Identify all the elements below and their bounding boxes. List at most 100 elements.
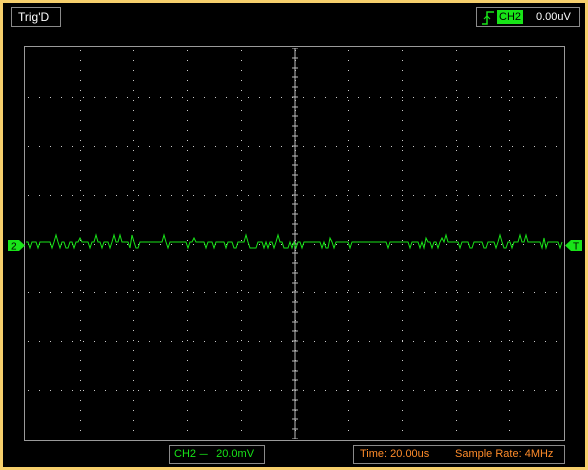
grid-dot [314, 244, 315, 245]
grid-dot [479, 292, 480, 293]
grid-dot [39, 292, 40, 293]
grid-dot [314, 390, 315, 391]
grid-dot [241, 170, 242, 171]
grid-dot [105, 146, 106, 147]
grid-dot [348, 110, 349, 111]
grid-dot [303, 292, 304, 293]
grid-dot [61, 390, 62, 391]
grid-dot [336, 97, 337, 98]
grid-dot [133, 320, 134, 321]
grid-dot [133, 310, 134, 311]
grid-dot [391, 146, 392, 147]
grid-dot [446, 195, 447, 196]
grid-dot [456, 160, 457, 161]
grid-dot [187, 50, 188, 51]
grid-dot [80, 360, 81, 361]
grid-dot [534, 195, 535, 196]
grid-dot [556, 390, 557, 391]
grid-dot [241, 200, 242, 201]
grid-dot [259, 146, 260, 147]
grid-dot [237, 292, 238, 293]
grid-dot [369, 97, 370, 98]
grid-dot [358, 146, 359, 147]
grid-dot [402, 430, 403, 431]
grid-dot [479, 244, 480, 245]
grid-dot [534, 244, 535, 245]
grid-dot [241, 140, 242, 141]
grid-dot [83, 341, 84, 342]
grid-dot [270, 244, 271, 245]
grid-dot [241, 210, 242, 211]
grid-dot [456, 200, 457, 201]
grid-dot [187, 260, 188, 261]
grid-dot [241, 130, 242, 131]
grid-dot [241, 270, 242, 271]
grid-dot [490, 97, 491, 98]
grid-dot [348, 210, 349, 211]
grid-dot [512, 195, 513, 196]
grid-dot [509, 170, 510, 171]
grid-dot [556, 292, 557, 293]
grid-dot [241, 300, 242, 301]
grid-dot [358, 244, 359, 245]
grid-dot [456, 260, 457, 261]
grid-dot [259, 97, 260, 98]
grid-dot [281, 195, 282, 196]
grid-dot [402, 400, 403, 401]
grid-dot [413, 244, 414, 245]
grid-dot [512, 292, 513, 293]
grid-dot [380, 195, 381, 196]
grid-dot [468, 195, 469, 196]
grid-dot [133, 410, 134, 411]
grid-dot [456, 220, 457, 221]
channel-scale-box[interactable]: CH2 ---- 20.0mV [169, 445, 265, 464]
grid-dot [509, 250, 510, 251]
grid-dot [241, 330, 242, 331]
trigger-info-box[interactable]: CH2 0.00uV [476, 7, 580, 27]
grid-dot [402, 70, 403, 71]
grid-dot [259, 244, 260, 245]
grid-dot [182, 341, 183, 342]
grid-dot [182, 146, 183, 147]
top-status-bar: Trig'D CH2 0.00uV [3, 3, 585, 33]
grid-dot [72, 292, 73, 293]
grid-dot [358, 292, 359, 293]
grid-dot [336, 341, 337, 342]
grid-dot [509, 390, 510, 391]
grid-dot [187, 60, 188, 61]
grid-dot [182, 195, 183, 196]
grid-dot [348, 360, 349, 361]
grid-dot [50, 341, 51, 342]
grid-dot [402, 244, 403, 245]
trigger-level-marker[interactable]: T [565, 240, 582, 251]
grid-dot [347, 341, 348, 342]
grid-dot [402, 100, 403, 101]
grid-dot [133, 370, 134, 371]
grid-dot [80, 320, 81, 321]
grid-dot [94, 341, 95, 342]
grid-dot [80, 190, 81, 191]
grid-dot [80, 410, 81, 411]
grid-dot [80, 150, 81, 151]
grid-dot [187, 90, 188, 91]
grid-dot [369, 341, 370, 342]
grid-dot [402, 260, 403, 261]
grid-dot [248, 97, 249, 98]
grid-dot [127, 97, 128, 98]
grid-dot [348, 180, 349, 181]
grid-dot [187, 250, 188, 251]
grid-dot [187, 400, 188, 401]
grid-dot [490, 341, 491, 342]
grid-dot [456, 380, 457, 381]
grid-dot [116, 97, 117, 98]
channel-2-marker[interactable]: 2 [8, 240, 25, 251]
grid-dot [348, 280, 349, 281]
grid-dot [187, 360, 188, 361]
grid-dot [80, 60, 81, 61]
grid-dot [456, 150, 457, 151]
grid-dot [39, 146, 40, 147]
grid-dot [248, 195, 249, 196]
grid-dot [80, 380, 81, 381]
timebase-box[interactable]: Time: 20.00us Sample Rate: 4MHz [353, 445, 565, 464]
grid-dot [348, 290, 349, 291]
